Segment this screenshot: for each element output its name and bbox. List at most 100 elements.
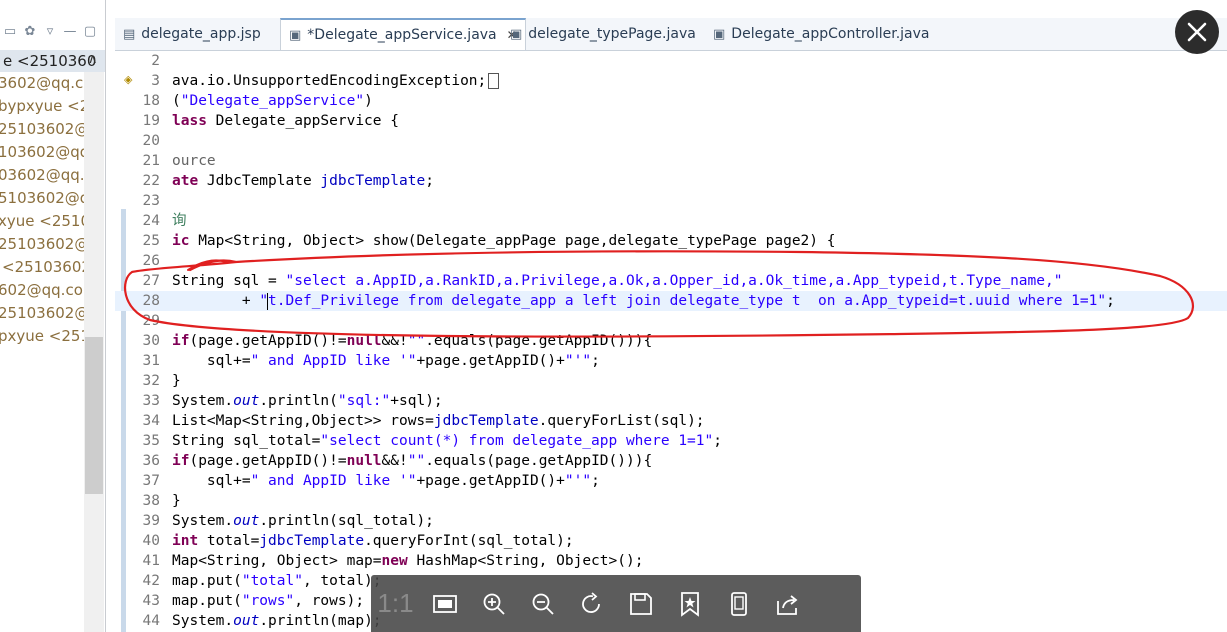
bookmark-icon xyxy=(680,591,699,617)
view-menu-chevron-icon[interactable]: ▿ xyxy=(40,21,60,41)
image-viewer-toolbar: 1:1 xyxy=(371,575,861,632)
java-file-icon: ▣ xyxy=(289,27,302,43)
actual-size-button[interactable]: 1:1 xyxy=(371,584,420,624)
code-line: 3 ava.io.UnsupportedEncodingException; xyxy=(115,71,1227,91)
line-number: 44 xyxy=(142,613,160,629)
zoom-in-icon xyxy=(483,593,505,615)
code-text: if(page.getAppID()!=null&&!"".equals(pag… xyxy=(172,453,653,469)
code-line: 24 询 xyxy=(115,211,1227,231)
palette-icon[interactable]: ✿ xyxy=(20,21,40,41)
code-line: 35 String sql_total="select count(*) from… xyxy=(115,431,1227,451)
phone-icon xyxy=(730,591,747,616)
tab-label: *Delegate_appService.java xyxy=(307,27,497,43)
line-number: 33 xyxy=(142,393,160,409)
code-text: } xyxy=(172,493,181,509)
line-number: 18 xyxy=(142,93,160,109)
code-text: sql+=" and AppID like '"+page.getAppID()… xyxy=(172,353,600,369)
line-number: 41 xyxy=(142,553,160,569)
selected-contact-row[interactable]: e <2510360 ∧ xyxy=(0,50,105,72)
contact-item[interactable]: 3602@qq.c xyxy=(0,74,83,92)
zoom-in-button[interactable] xyxy=(469,584,518,624)
code-line: 18 ("Delegate_appService") xyxy=(115,91,1227,111)
line-number: 30 xyxy=(142,333,160,349)
contact-item[interactable]: 25103602@ xyxy=(0,235,89,253)
editor-tab-bar: ▤ delegate_app.jsp ▣ *Delegate_appServic… xyxy=(115,18,1227,51)
tab-label: Delegate_appController.java xyxy=(731,26,930,42)
contact-item[interactable]: 25103602@ xyxy=(0,304,89,322)
line-number: 37 xyxy=(142,473,160,489)
close-icon xyxy=(1187,22,1207,42)
left-toolbar: ▭ ✿ ▿ — ▢ xyxy=(0,18,105,44)
code-text: System.out.println("sql:"+sql); xyxy=(172,393,443,409)
chevron-up-icon[interactable]: ∧ xyxy=(88,52,98,67)
contact-item[interactable]: 602@qq.co xyxy=(0,281,83,299)
line-number: 21 xyxy=(142,153,160,169)
code-line: 38} xyxy=(115,491,1227,511)
jsp-file-icon: ▤ xyxy=(123,26,136,42)
save-button[interactable] xyxy=(616,584,665,624)
code-text: List<Map<String,Object>> rows=jdbcTempla… xyxy=(172,413,705,429)
code-line: 2 xyxy=(115,51,1227,71)
code-line: 40 int total=jdbcTemplate.queryForInt(sql… xyxy=(115,531,1227,551)
line-number: 31 xyxy=(142,353,160,369)
line-number: 19 xyxy=(142,113,160,129)
line-number: 25 xyxy=(142,233,160,249)
code-line: 31 sql+=" and AppID like '"+page.getAppI… xyxy=(115,351,1227,371)
tab-label: delegate_app.jsp xyxy=(141,26,261,42)
code-text: String sql_total="select count(*) from d… xyxy=(172,433,722,449)
code-line: 30 if(page.getAppID()!=null&&!"".equals(p… xyxy=(115,331,1227,351)
contact-item[interactable]: 03602@qq. xyxy=(0,166,85,184)
line-number: 35 xyxy=(142,433,160,449)
save-icon xyxy=(629,592,652,615)
line-number: 43 xyxy=(142,593,160,609)
left-scrollbar[interactable] xyxy=(84,72,104,632)
tab-delegate-app-service[interactable]: ▣ *Delegate_appService.java ✕ xyxy=(280,18,526,50)
close-viewer-button[interactable] xyxy=(1175,10,1219,54)
line-number: 39 xyxy=(142,513,160,529)
line-number: 38 xyxy=(142,493,160,509)
code-editor[interactable]: ◈ 2 3 ava.io.UnsupportedEncodingException… xyxy=(115,51,1227,632)
minimize-view-icon[interactable]: — xyxy=(60,21,80,41)
code-text: Map<String, Object> map=new HashMap<Stri… xyxy=(172,553,644,569)
code-line: 19 lass Delegate_appService { xyxy=(115,111,1227,131)
minimize-icon[interactable]: ▭ xyxy=(0,21,20,41)
selected-contact-label: e <2510360 xyxy=(3,52,97,70)
fit-screen-button[interactable] xyxy=(420,584,469,624)
code-line: 26 xyxy=(115,251,1227,271)
code-text: + "t.Def_Privilege from delegate_app a l… xyxy=(172,292,1115,310)
code-line: 20 xyxy=(115,131,1227,151)
left-scrollbar-thumb[interactable] xyxy=(85,337,103,494)
zoom-out-button[interactable] xyxy=(518,584,567,624)
bookmark-button[interactable] xyxy=(665,584,714,624)
code-text: ic Map<String, Object> show(Delegate_app… xyxy=(172,233,836,249)
contact-item[interactable]: 5103602@q xyxy=(0,189,89,207)
code-text: map.put("total", total); xyxy=(172,573,382,589)
line-number: 29 xyxy=(142,313,160,329)
line-number: 34 xyxy=(142,413,160,429)
contact-item[interactable]: bypxyue <2 xyxy=(0,97,89,115)
code-text: String sql = "select a.AppID,a.RankID,a.… xyxy=(172,273,1063,289)
tab-delegate-app-controller[interactable]: ▣ Delegate_appController.java xyxy=(713,18,929,50)
maximize-view-icon[interactable]: ▢ xyxy=(80,21,100,41)
rotate-icon xyxy=(581,591,600,613)
share-button[interactable] xyxy=(763,584,812,624)
line-number: 26 xyxy=(142,253,160,269)
line-number: 32 xyxy=(142,373,160,389)
tab-delegate-type-page[interactable]: ▣ delegate_typePage.java xyxy=(510,18,696,50)
contact-item[interactable]: 103602@qq xyxy=(0,143,89,161)
code-text: if(page.getAppID()!=null&&!"".equals(pag… xyxy=(172,333,653,349)
tab-delegate-app-jsp[interactable]: ▤ delegate_app.jsp xyxy=(123,18,261,50)
contact-item[interactable]: 25103602@c xyxy=(0,120,98,138)
contact-item[interactable]: <25103602 xyxy=(2,258,91,276)
rotate-button[interactable] xyxy=(567,584,616,624)
line-number: 2 xyxy=(151,53,160,69)
code-line: 22 ate JdbcTemplate jdbcTemplate; xyxy=(115,171,1227,191)
fit-screen-icon xyxy=(432,594,457,613)
code-line: 34 List<Map<String,Object>> rows=jdbcTemp… xyxy=(115,411,1227,431)
line-number: 42 xyxy=(142,573,160,589)
phone-button[interactable] xyxy=(714,584,763,624)
contact-item[interactable]: xyue <2510 xyxy=(0,212,90,230)
left-panel: ▭ ✿ ▿ — ▢ e <2510360 ∧ 3602@qq.c bypxyue… xyxy=(0,0,106,632)
line-number: 27 xyxy=(142,273,160,289)
contact-item[interactable]: pxyue <251 xyxy=(0,327,90,345)
